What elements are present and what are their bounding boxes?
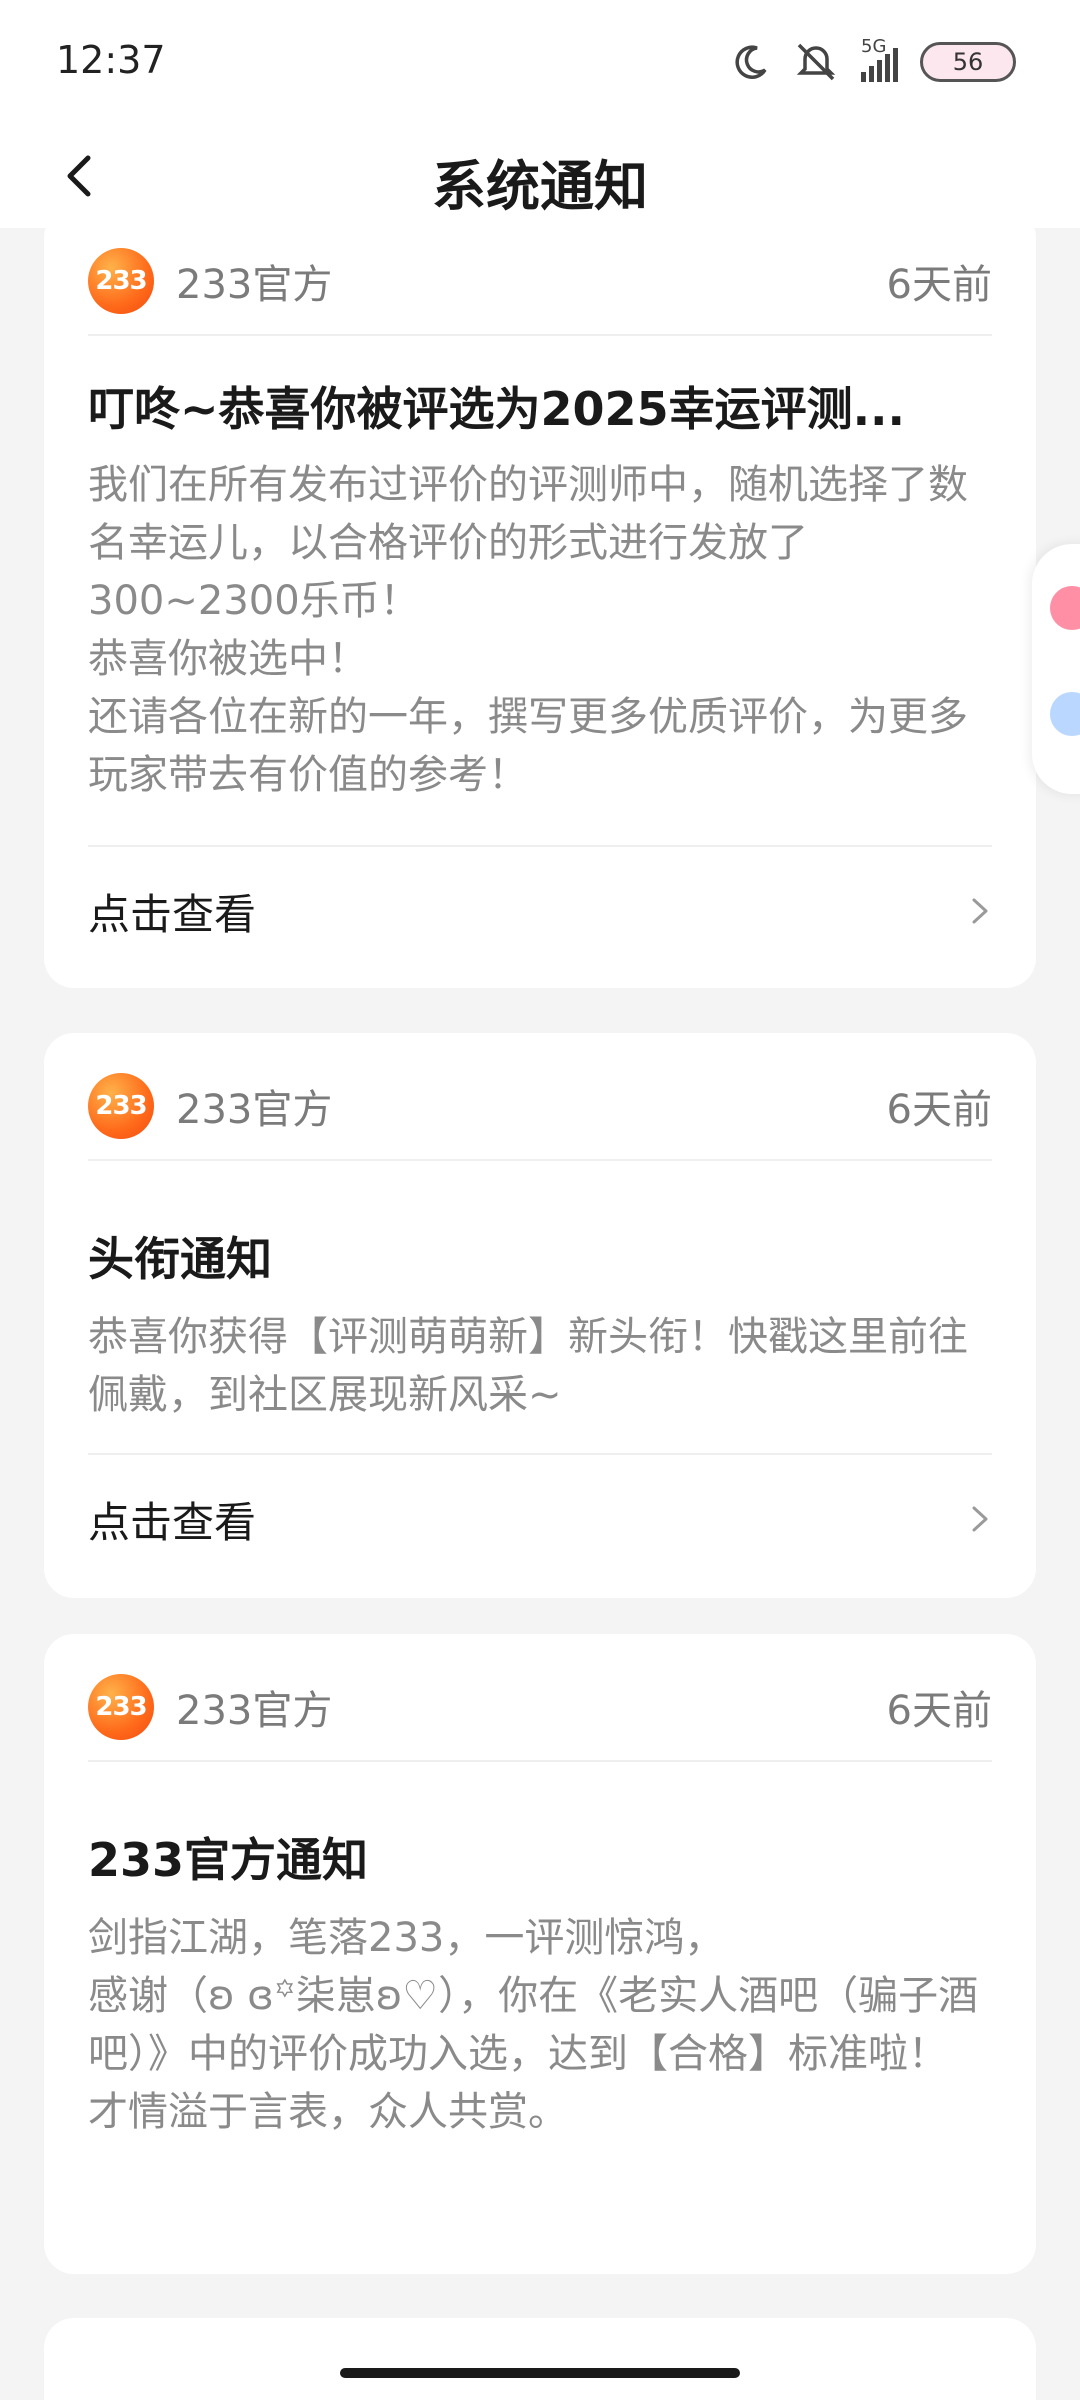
notification-card: 233 233官方 6天前 叮咚~恭喜你被评选为2025幸运评测... 我们在所… [44,228,1036,988]
card-header: 233 233官方 6天前 [88,228,992,336]
card-header: 233 233官方 6天前 [88,1053,992,1161]
notification-card: 233 233官方 6天前 233官方通知 剑指江湖，笔落233，一评测惊鸿， … [44,1634,1036,2274]
battery-icon: 56 [920,42,1016,82]
battery-level: 56 [952,48,984,76]
sender-name: 233官方 [176,1087,333,1133]
notification-title: 头衔通知 [88,1232,272,1286]
status-bar: 12:37 5G 56 [0,0,1080,124]
notification-card [44,2318,1036,2400]
status-time: 12:37 [56,38,166,82]
page-title: 系统通知 [432,155,648,218]
sender-name: 233官方 [176,1688,333,1734]
notification-title: 233官方通知 [88,1833,369,1887]
notification-body: 恭喜你获得【评测萌萌新】新头衔！快戳这里前往佩戴，到社区展现新风采~ [88,1308,996,1424]
body-line: 剑指江湖，笔落233，一评测惊鸿， [88,1915,725,1961]
status-icons: 5G 56 [731,36,1016,88]
notification-body: 我们在所有发布过评价的评测师中，随机选择了数名幸运儿，以合格评价的形式进行发放了… [88,456,996,804]
view-details-button[interactable]: 点击查看 [88,845,992,975]
body-line: 恭喜你被选中！ [88,636,368,682]
notification-time: 6天前 [886,1688,992,1734]
chevron-right-icon [972,898,988,924]
card-header: 233 233官方 6天前 [88,1654,992,1762]
chevron-right-icon [972,1506,988,1532]
notification-title: 叮咚~恭喜你被评选为2025幸运评测... [88,382,905,436]
sender-logo-icon: 233 [88,1674,154,1740]
bell-muted-icon [796,43,836,81]
body-line: 还请各位在新的一年，撰写更多优质评价，为更多玩家带去有价值的参考！ [88,694,968,798]
notification-time: 6天前 [886,1087,992,1133]
home-indicator[interactable] [340,2368,740,2378]
moon-icon [735,45,767,79]
notification-body: 剑指江湖，笔落233，一评测惊鸿， 感谢（ʚ ɞ꙳柒崽ʚ♡），你在《老实人酒吧（… [88,1909,996,2141]
network-label: 5G [861,36,887,57]
sender-logo-icon: 233 [88,248,154,314]
view-details-button[interactable]: 点击查看 [88,1453,992,1583]
floating-avatar-icon[interactable] [1050,692,1080,736]
body-line: 感谢（ʚ ɞ꙳柒崽ʚ♡），你在《老实人酒吧（骗子酒吧）》中的评价成功入选，达到【… [88,1973,979,2077]
body-line: 才情溢于言表，众人共赏。 [88,2089,568,2135]
floating-side-widget[interactable] [1032,544,1080,794]
notification-list[interactable]: 233 233官方 6天前 叮咚~恭喜你被评选为2025幸运评测... 我们在所… [0,228,1080,2400]
notification-time: 6天前 [886,262,992,308]
action-label: 点击查看 [88,1497,257,1547]
signal-icon: 5G [861,36,898,82]
sender-logo-icon: 233 [88,1073,154,1139]
floating-avatar-icon[interactable] [1050,586,1080,630]
notification-card: 233 233官方 6天前 头衔通知 恭喜你获得【评测萌萌新】新头衔！快戳这里前… [44,1033,1036,1598]
action-label: 点击查看 [88,889,257,939]
sender-name: 233官方 [176,262,333,308]
body-line: 我们在所有发布过评价的评测师中，随机选择了数名幸运儿，以合格评价的形式进行发放了… [88,462,968,624]
body-line: 恭喜你获得【评测萌萌新】新头衔！快戳这里前往佩戴，到社区展现新风采~ [88,1314,968,1418]
nav-bar: 系统通知 [0,124,1080,228]
